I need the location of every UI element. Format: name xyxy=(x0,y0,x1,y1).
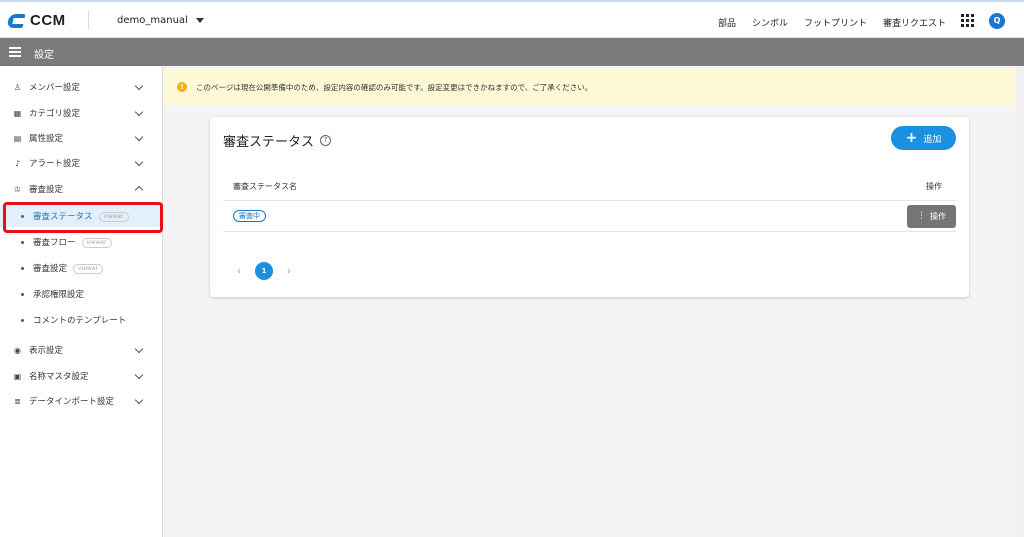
info-alert: ! このページは現在公開準備中のため、設定内容の確認のみ可能です。設定変更はでき… xyxy=(164,69,1016,105)
status-table: 審査ステータス名 操作 審査中 ⋮ 操作 xyxy=(223,173,956,232)
table-row: 審査中 ⋮ 操作 xyxy=(223,201,956,232)
bullet-icon xyxy=(21,266,24,270)
review-status-card: 審査ステータス ? + 追加 審査ステータス名 操作 審査中 ⋮ 操作 ‹ 1 … xyxy=(210,117,969,297)
category-icon: ▦ xyxy=(13,108,22,118)
highlight-annotation xyxy=(3,202,163,233)
sidebar-item-data-import[interactable]: ≣ データインポート設定 xyxy=(0,390,163,412)
chevron-down-icon xyxy=(134,132,144,141)
settings-sidebar: ♙ メンバー設定 ▦ カテゴリ設定 ▤ 属性設定 ♪ アラート設定 ♔ 審査設定… xyxy=(0,66,163,537)
apps-grid-icon[interactable] xyxy=(961,14,975,28)
sidebar-subitem-label: コメントのテンプレート xyxy=(33,316,127,326)
hamburger-menu-icon[interactable] xyxy=(9,47,21,57)
sidebar-subitem-label: 承認権限設定 xyxy=(33,290,85,300)
page-header-bar: 設定 xyxy=(0,38,1024,66)
chevron-right-icon[interactable]: › xyxy=(285,266,293,277)
page-title: 設定 xyxy=(34,50,54,61)
help-icon[interactable]: ? xyxy=(320,135,332,146)
database-icon: ≣ xyxy=(14,396,21,406)
bullet-icon xyxy=(21,292,24,296)
chevron-down-icon xyxy=(134,81,144,90)
ccm-logo-icon xyxy=(8,14,24,28)
divider xyxy=(88,10,89,30)
top-bar: CCM demo_manual 部品 シンボル フットプリント 審査リクエスト … xyxy=(0,0,1024,38)
nav-review-request[interactable]: 審査リクエスト xyxy=(883,16,946,29)
bullet-icon xyxy=(21,318,24,322)
sidebar-subitem-comment-template[interactable]: コメントのテンプレート xyxy=(0,309,163,331)
caret-down-icon xyxy=(195,18,204,23)
person-icon: ♙ xyxy=(13,82,22,92)
user-avatar[interactable]: Q xyxy=(989,13,1005,29)
operation-button[interactable]: ⋮ 操作 xyxy=(907,205,956,228)
nav-symbol[interactable]: シンボル xyxy=(752,16,788,29)
chevron-left-icon[interactable]: ‹ xyxy=(235,266,243,277)
sidebar-item-display[interactable]: ◉ 表示設定 xyxy=(0,339,163,361)
app-logo[interactable]: CCM xyxy=(8,12,66,29)
page-number-current[interactable]: 1 xyxy=(255,262,273,280)
document-icon: ▤ xyxy=(13,133,22,143)
sidebar-item-attribute[interactable]: ▤ 属性設定 xyxy=(0,127,163,149)
table-icon: ▣ xyxy=(13,371,22,381)
chevron-up-icon xyxy=(134,185,144,195)
sidebar-item-label: アラート設定 xyxy=(29,159,81,169)
project-name: demo_manual xyxy=(117,15,188,26)
sidebar-item-label: データインポート設定 xyxy=(29,397,115,407)
sidebar-item-label: 表示設定 xyxy=(29,346,64,356)
add-button-label: 追加 xyxy=(923,134,942,145)
sidebar-item-alert[interactable]: ♪ アラート設定 xyxy=(0,152,163,174)
kebab-menu-icon: ⋮ xyxy=(917,211,926,221)
sidebar-subitem-review-flow[interactable]: 審査フロー viewer xyxy=(0,231,163,253)
logo-text: CCM xyxy=(30,12,66,29)
viewer-badge: viewer xyxy=(73,263,103,274)
card-title: 審査ステータス ? xyxy=(223,131,332,150)
chevron-down-icon xyxy=(134,107,144,116)
project-selector[interactable]: demo_manual xyxy=(117,15,204,26)
sidebar-item-name-master[interactable]: ▣ 名称マスタ設定 xyxy=(0,365,163,387)
column-header-ops: 操作 xyxy=(926,182,942,191)
sidebar-item-label: メンバー設定 xyxy=(29,83,81,93)
operation-button-label: 操作 xyxy=(930,212,946,221)
sidebar-item-review[interactable]: ♔ 審査設定 xyxy=(0,178,163,200)
warning-icon: ! xyxy=(177,82,187,92)
stamp-icon: ♔ xyxy=(13,184,22,194)
bell-icon: ♪ xyxy=(14,158,21,168)
sidebar-item-category[interactable]: ▦ カテゴリ設定 xyxy=(0,102,163,124)
add-button[interactable]: + 追加 xyxy=(891,126,956,150)
sidebar-item-label: カテゴリ設定 xyxy=(29,109,81,119)
bullet-icon xyxy=(21,240,24,244)
eye-icon: ◉ xyxy=(14,345,21,355)
viewer-badge: viewer xyxy=(81,237,112,248)
chevron-down-icon xyxy=(134,157,144,166)
sidebar-item-label: 名称マスタ設定 xyxy=(29,372,89,382)
pagination: ‹ 1 › xyxy=(235,262,293,280)
nav-parts[interactable]: 部品 xyxy=(718,16,736,29)
top-navigation: 部品 シンボル フットプリント 審査リクエスト xyxy=(718,16,946,29)
sidebar-item-label: 審査設定 xyxy=(29,185,64,195)
plus-icon: + xyxy=(905,130,918,146)
card-title-text: 審査ステータス xyxy=(223,135,315,150)
nav-footprint[interactable]: フットプリント xyxy=(804,16,867,29)
sidebar-subitem-label: 審査設定 viewer xyxy=(33,262,103,274)
page-scrollbar[interactable] xyxy=(1016,66,1024,537)
sidebar-subitem-approval-permission[interactable]: 承認権限設定 xyxy=(0,283,163,305)
sidebar-subitem-review-settings[interactable]: 審査設定 viewer xyxy=(0,257,163,279)
table-header: 審査ステータス名 操作 xyxy=(223,173,956,201)
chevron-down-icon xyxy=(134,395,144,404)
chevron-down-icon xyxy=(134,344,144,353)
sidebar-item-label: 属性設定 xyxy=(29,134,64,144)
alert-message: このページは現在公開準備中のため、設定内容の確認のみ可能です。設定変更はできかね… xyxy=(196,82,593,92)
column-header-name: 審査ステータス名 xyxy=(233,182,297,191)
chevron-down-icon xyxy=(134,370,144,379)
sidebar-subitem-label: 審査フロー viewer xyxy=(33,236,112,248)
status-chip: 審査中 xyxy=(233,210,266,222)
sidebar-item-member[interactable]: ♙ メンバー設定 xyxy=(0,76,163,98)
